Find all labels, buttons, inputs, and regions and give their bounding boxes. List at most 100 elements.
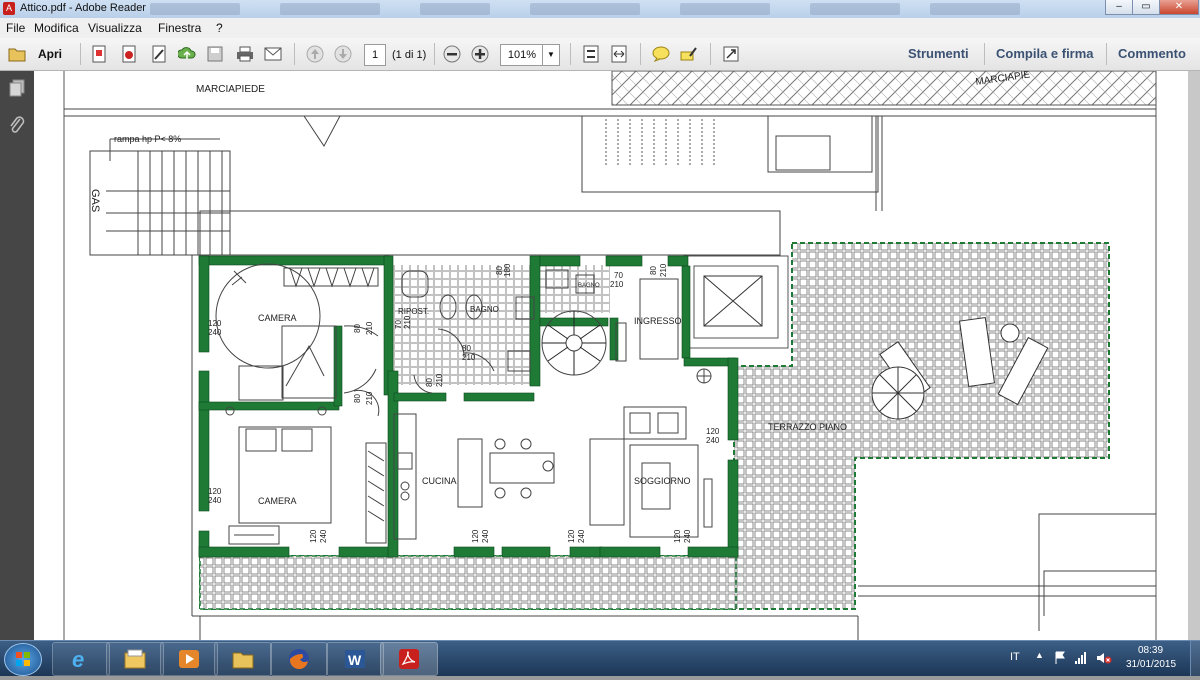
dim-window-2-width: 120 (208, 487, 222, 496)
dim-door-4-height: 210 (462, 353, 476, 362)
navigation-panel (0, 71, 34, 640)
network-icon[interactable] (1074, 651, 1088, 668)
highlight-icon[interactable] (680, 45, 698, 63)
open-button[interactable]: Apri (38, 47, 62, 61)
word-icon[interactable]: W (326, 642, 384, 676)
adobe-reader-icon: A (3, 2, 15, 15)
dim-door-5-height: 210 (435, 373, 444, 387)
fit-page-icon[interactable] (582, 45, 600, 63)
toolbar-separator (80, 43, 81, 65)
dim-top-2-width: 80 (649, 266, 658, 275)
tools-pane-button[interactable]: Strumenti (908, 46, 969, 61)
volume-icon[interactable] (1096, 651, 1112, 668)
fill-sign-pane-button[interactable]: Compila e firma (996, 46, 1094, 61)
label-ripostiglio: RIPOST. (398, 307, 429, 316)
dim-bottom-2-height: 240 (481, 529, 490, 543)
dim-door-3-height: 210 (403, 315, 412, 329)
label-marciapiede: MARCIAPIEDE (196, 84, 265, 95)
dim-window-1-height: 240 (208, 328, 222, 337)
label-rampa: rampa hp P< 8% (114, 134, 181, 144)
background-window-ghost (680, 3, 770, 15)
dim-bottom-4-width: 120 (673, 529, 682, 543)
title-bar: A Attico.pdf - Adobe Reader – ▭ ✕ (0, 0, 1200, 19)
comment-pane-button[interactable]: Commento (1118, 46, 1186, 61)
menu-help[interactable]: ? (216, 21, 223, 35)
dim-sogg-height: 240 (706, 436, 720, 445)
toolbar-separator (1106, 43, 1107, 65)
file-explorer-icon[interactable] (106, 642, 164, 676)
taskbar: e W IT ▲ 08:39 31/01/2015 (0, 640, 1200, 676)
menu-file[interactable]: File (6, 21, 25, 35)
maximize-button[interactable]: ▭ (1132, 0, 1160, 15)
dim-bottom-3-width: 120 (567, 529, 576, 543)
dim-door-1-width: 80 (353, 324, 362, 333)
language-indicator[interactable]: IT (1010, 651, 1020, 663)
label-terrazzo: TERRAZZO PIANO (768, 422, 847, 432)
minimize-button[interactable]: – (1105, 0, 1133, 15)
prev-page-icon[interactable] (306, 45, 324, 63)
sidewalk-paving-hatch (611, 71, 1157, 106)
dim-door-5-width: 80 (425, 378, 434, 387)
fullscreen-icon[interactable] (722, 45, 740, 63)
background-window-ghost (530, 3, 640, 15)
comment-icon[interactable] (652, 45, 670, 63)
dim-top-3-width: 70 (614, 271, 623, 280)
show-hidden-icon[interactable]: ▲ (1035, 650, 1044, 660)
toolbar-separator (570, 43, 571, 65)
toolbar-separator (710, 43, 711, 65)
adobe-reader-icon[interactable] (380, 642, 438, 676)
upload-icon[interactable] (178, 45, 196, 63)
background-window-ghost (420, 3, 490, 15)
menu-bar: File Modifica Visualizza Finestra ? (0, 18, 1200, 38)
zoom-in-icon[interactable] (471, 45, 489, 63)
flag-icon[interactable] (1054, 651, 1066, 668)
fit-width-icon[interactable] (610, 45, 628, 63)
vertical-scrollbar[interactable] (1188, 71, 1200, 640)
print-icon[interactable] (236, 45, 254, 63)
pages-icon[interactable] (8, 79, 26, 97)
close-button[interactable]: ✕ (1159, 0, 1199, 15)
dim-bottom-3-height: 240 (577, 529, 586, 543)
dim-window-1-width: 120 (208, 319, 222, 328)
clock-date[interactable]: 31/01/2015 (1126, 659, 1176, 670)
dim-door-3-width: 70 (394, 320, 403, 329)
media-player-icon[interactable] (160, 642, 218, 676)
next-page-icon[interactable] (334, 45, 352, 63)
dim-sogg-width: 120 (706, 427, 720, 436)
save-icon[interactable] (206, 45, 224, 63)
folder-icon[interactable] (214, 642, 272, 676)
svg-text:e: e (72, 647, 84, 671)
firefox-icon[interactable] (270, 642, 328, 676)
dim-bottom-1-width: 120 (309, 529, 318, 543)
zoom-dropdown-button[interactable]: ▼ (542, 44, 560, 66)
menu-modifica[interactable]: Modifica (34, 21, 79, 35)
internet-explorer-icon[interactable]: e (52, 642, 110, 676)
label-cucina: CUCINA (422, 476, 457, 486)
folder-open-icon[interactable] (8, 45, 26, 63)
label-soggiorno: SOGGIORNO (634, 476, 691, 486)
label-bagno-2: BAGNO (578, 283, 600, 289)
dim-top-1-height: 180 (503, 263, 512, 277)
svg-text:W: W (348, 652, 362, 668)
label-camera-2: CAMERA (258, 496, 297, 506)
dim-top-2-height: 210 (659, 263, 668, 277)
menu-finestra[interactable]: Finestra (158, 21, 201, 35)
page-number-input[interactable]: 1 (364, 44, 386, 66)
background-window-ghost (280, 3, 380, 15)
attachments-icon[interactable] (8, 115, 26, 135)
zoom-out-icon[interactable] (443, 45, 461, 63)
clock-time[interactable]: 08:39 (1138, 645, 1163, 656)
create-pdf-icon[interactable] (90, 45, 108, 63)
dim-bottom-4-height: 240 (683, 529, 692, 543)
toolbar-separator (294, 43, 295, 65)
menu-visualizza[interactable]: Visualizza (88, 21, 142, 35)
background-window-ghost (930, 3, 1020, 15)
email-icon[interactable] (264, 45, 282, 63)
show-desktop-button[interactable] (1190, 641, 1200, 676)
windows-start-icon[interactable] (4, 643, 42, 676)
toolbar-separator (640, 43, 641, 65)
convert-icon[interactable] (120, 45, 138, 63)
label-ingresso: INGRESSO (634, 316, 682, 326)
zoom-level-input[interactable]: 101% (500, 44, 544, 66)
edit-icon[interactable] (150, 45, 168, 63)
